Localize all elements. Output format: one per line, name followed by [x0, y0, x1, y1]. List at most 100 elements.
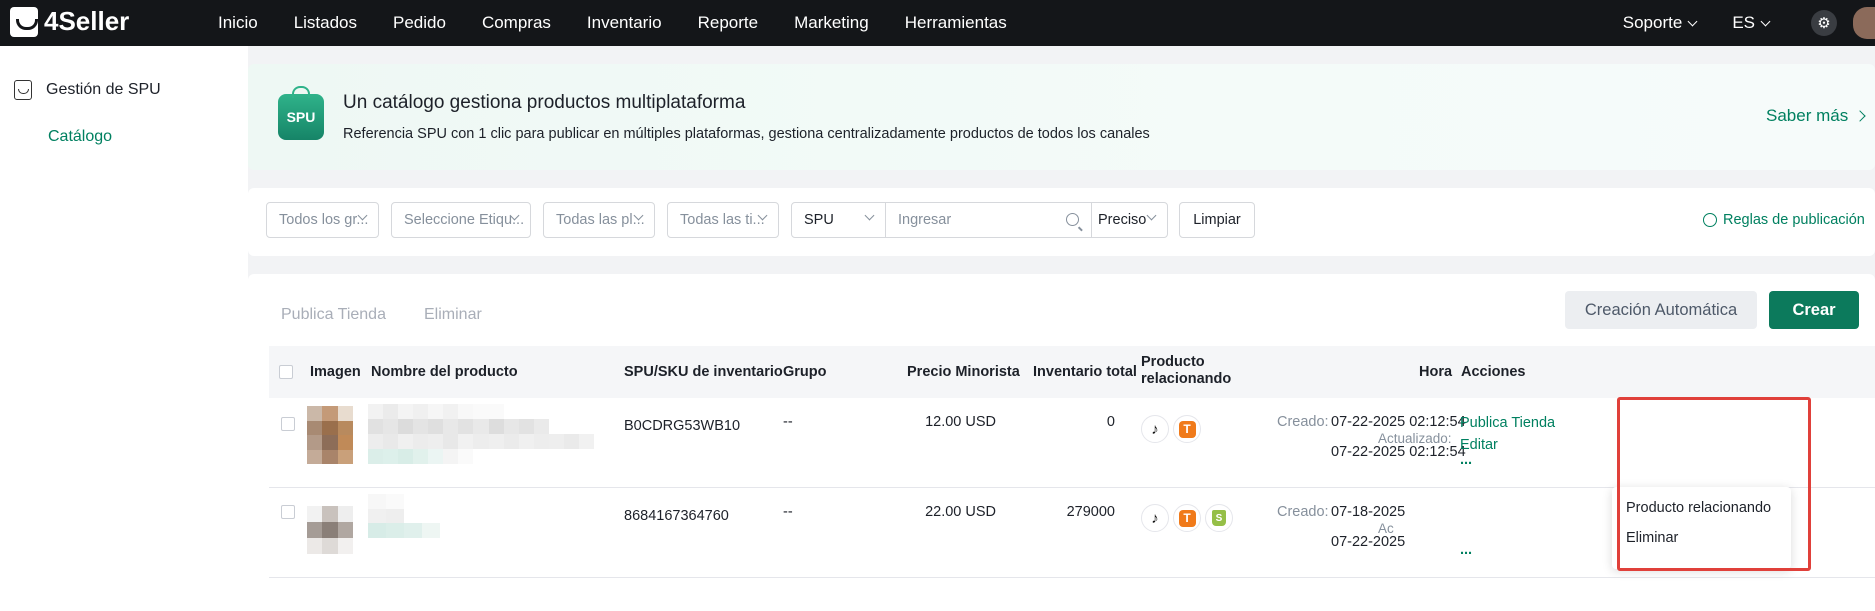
product-name-blurred[interactable]	[368, 404, 594, 464]
row-price: 22.00 USD	[925, 504, 996, 520]
app-logo[interactable]: 4Seller	[10, 6, 129, 37]
tiktok-icon[interactable]: ♪	[1141, 415, 1169, 443]
row-more-button[interactable]: ...	[1460, 452, 1472, 468]
bag-icon	[14, 80, 32, 100]
product-thumbnail[interactable]	[307, 406, 353, 464]
col-retail-price: Precio Minorista	[907, 364, 1020, 380]
sidebar-section-spu[interactable]: Gestión de SPU	[14, 80, 161, 100]
col-total-inventory: Inventario total	[1033, 364, 1137, 380]
match-mode-select[interactable]: Preciso	[1091, 202, 1168, 238]
row-sku: 8684167364760	[624, 508, 729, 524]
nav-item-reporte[interactable]: Reporte	[698, 13, 758, 33]
bulk-delete-button[interactable]: Eliminar	[424, 306, 482, 324]
top-navigation-bar: 4Seller Inicio Listados Pedido Compras I…	[0, 0, 1875, 46]
banner-subtitle: Referencia SPU con 1 clic para publicar …	[343, 126, 1150, 142]
col-spu-sku: SPU/SKU de inventario	[624, 364, 783, 380]
row-sku: B0CDRG53WB10	[624, 418, 741, 434]
platform-filter-placeholder: Todas las pl...	[556, 212, 645, 228]
nav-item-herramientas[interactable]: Herramientas	[905, 13, 1007, 33]
tiktok-icon[interactable]: ♪	[1141, 504, 1169, 532]
sidebar-section-label: Gestión de SPU	[46, 81, 161, 98]
row-checkbox[interactable]	[281, 417, 295, 431]
tag-filter-placeholder: Seleccione Etiqu...	[404, 212, 525, 228]
sidebar: Gestión de SPU Catálogo	[0, 46, 248, 611]
nav-item-inventario[interactable]: Inventario	[587, 13, 662, 33]
row-more-button[interactable]: ...	[1460, 542, 1472, 558]
product-name-blurred[interactable]	[368, 494, 458, 538]
col-name: Nombre del producto	[371, 364, 518, 380]
row-edit-link[interactable]: Editar	[1460, 437, 1498, 453]
search-input[interactable]: Ingresar	[885, 202, 1092, 238]
tag-filter-select[interactable]: Seleccione Etiqu...	[391, 202, 531, 238]
support-menu[interactable]: Soporte	[1623, 13, 1698, 33]
group-filter-placeholder: Todos los gr...	[279, 212, 369, 228]
col-actions: Acciones	[1461, 364, 1526, 380]
search-field-select[interactable]: SPU	[791, 202, 886, 238]
row-updated: 07-22-2025	[1331, 534, 1406, 550]
publish-rules-label: Reglas de publicación	[1723, 212, 1865, 228]
logo-text: 4Seller	[44, 6, 130, 36]
row-created: 07-18-2025	[1331, 504, 1406, 520]
settings-gear-icon[interactable]: ⚙	[1811, 10, 1837, 36]
row-publish-link[interactable]: Publica Tienda	[1460, 415, 1555, 431]
nav-item-marketing[interactable]: Marketing	[794, 13, 869, 33]
row-group: --	[783, 414, 793, 430]
col-time: Hora	[1419, 364, 1453, 380]
promo-banner: SPU Un catálogo gestiona productos multi…	[248, 64, 1875, 170]
create-button[interactable]: Crear	[1769, 291, 1859, 329]
temu-icon[interactable]: T	[1173, 415, 1201, 443]
row-created-label: Creado:	[1277, 504, 1329, 520]
match-mode-value: Preciso	[1098, 212, 1147, 228]
highlight-annotation-box	[1617, 397, 1811, 571]
nav-item-inicio[interactable]: Inicio	[218, 13, 258, 33]
chevron-down-icon	[864, 210, 875, 221]
temu-icon[interactable]: T	[1173, 504, 1201, 532]
row-inventory: 0	[1106, 414, 1115, 430]
table-header: Imagen Nombre del producto SPU/SKU de in…	[269, 346, 1875, 398]
language-menu[interactable]: ES	[1732, 13, 1771, 33]
top-right-controls: Soporte ES ⚙	[1623, 0, 1875, 46]
col-image: Imagen	[310, 364, 361, 380]
search-placeholder: Ingresar	[898, 212, 952, 228]
search-icon[interactable]	[1066, 213, 1079, 226]
publish-rules-link[interactable]: Reglas de publicación	[1703, 212, 1865, 228]
chevron-down-icon	[1146, 210, 1157, 221]
logo-bag-icon	[10, 6, 38, 37]
col-group: Grupo	[783, 364, 827, 380]
row-created: 07-22-2025 02:12:54	[1331, 414, 1466, 430]
chevron-down-icon	[1760, 16, 1771, 26]
row-checkbox[interactable]	[281, 505, 295, 519]
row-updated: 07-22-2025 02:12:54	[1331, 444, 1466, 460]
platform-filter-select[interactable]: Todas las pl...	[543, 202, 655, 238]
filter-bar: Todos los gr... Seleccione Etiqu... Toda…	[248, 188, 1875, 256]
group-filter-select[interactable]: Todos los gr...	[266, 202, 379, 238]
nav-item-compras[interactable]: Compras	[482, 13, 551, 33]
avatar[interactable]	[1853, 7, 1875, 39]
gear-icon	[1703, 213, 1717, 227]
row-created-label: Creado:	[1277, 414, 1329, 430]
main-nav: Inicio Listados Pedido Compras Inventari…	[218, 0, 1043, 46]
spu-bag-icon: SPU	[278, 86, 324, 140]
search-field-value: SPU	[804, 212, 834, 228]
clear-button[interactable]: Limpiar	[1179, 202, 1255, 238]
auto-create-button[interactable]: Creación Automática	[1565, 291, 1757, 329]
row-price: 12.00 USD	[925, 414, 996, 430]
bulk-publish-button[interactable]: Publica Tienda	[281, 306, 386, 324]
sidebar-item-catalogo[interactable]: Catálogo	[48, 128, 112, 146]
chevron-down-icon	[1687, 16, 1698, 26]
learn-more-link[interactable]: Saber más	[1766, 106, 1866, 126]
select-all-checkbox[interactable]	[279, 365, 293, 379]
nav-item-listados[interactable]: Listados	[294, 13, 357, 33]
shopify-icon[interactable]: S	[1205, 504, 1233, 532]
chevron-right-icon	[1854, 110, 1866, 122]
col-related-line2: relacionando	[1141, 371, 1232, 387]
language-label: ES	[1732, 13, 1755, 32]
store-filter-select[interactable]: Todas las ti...	[667, 202, 779, 238]
store-filter-placeholder: Todas las ti...	[680, 212, 765, 228]
product-thumbnail[interactable]	[307, 506, 353, 554]
row-group: --	[783, 504, 793, 520]
learn-more-label: Saber más	[1766, 106, 1849, 125]
col-related-line1: Producto	[1141, 354, 1205, 370]
banner-title: Un catálogo gestiona productos multiplat…	[343, 92, 746, 113]
nav-item-pedido[interactable]: Pedido	[393, 13, 446, 33]
